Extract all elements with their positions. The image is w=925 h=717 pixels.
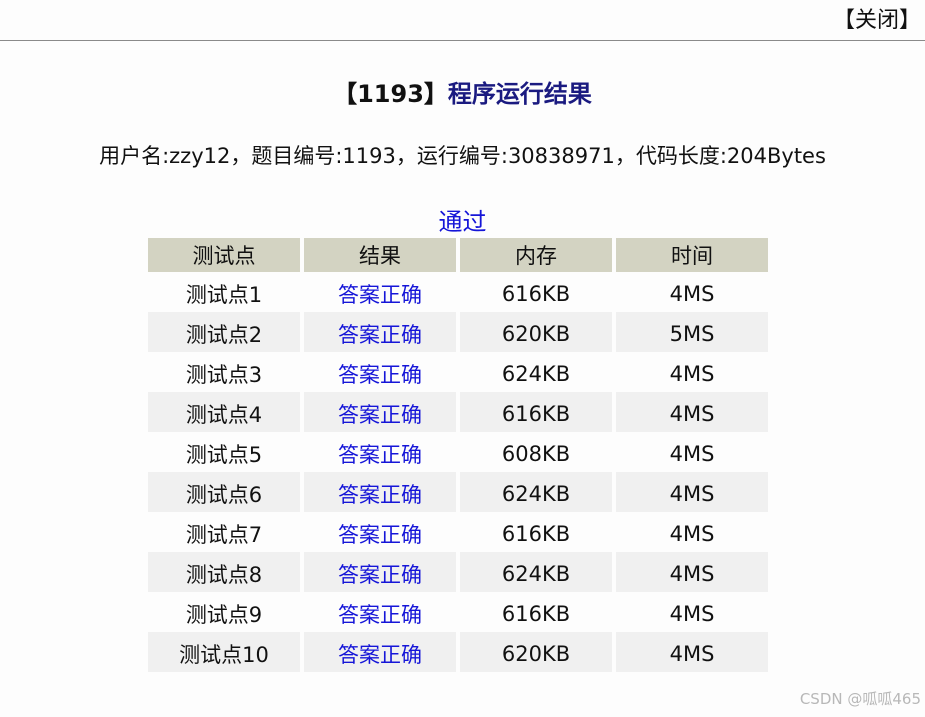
top-bar: 【关闭】 [0,0,925,41]
table-row: 测试点6 答案正确 624KB 4MS [148,472,768,512]
cell-point: 测试点4 [148,392,300,432]
cell-result[interactable]: 答案正确 [304,392,456,432]
table-row: 测试点9 答案正确 616KB 4MS [148,592,768,632]
column-header-memory: 内存 [460,238,612,272]
cell-result[interactable]: 答案正确 [304,592,456,632]
cell-time: 4MS [669,522,715,546]
column-header-point: 测试点 [148,238,300,272]
submission-info: 用户名:zzy12，题目编号:1193，运行编号:30838971，代码长度:2… [99,144,826,168]
cell-time: 4MS [669,442,715,466]
cell-time: 4MS [616,392,768,432]
cell-time: 4MS [616,552,768,592]
cell-time: 4MS [616,632,768,672]
cell-memory: 624KB [501,362,571,386]
cell-point: 测试点3 [185,363,263,387]
cell-memory: 624KB [460,552,612,592]
cell-memory: 616KB [501,522,571,546]
status-link[interactable]: 通过 [0,202,925,237]
table-row: 测试点3 答案正确 624KB 4MS [148,352,768,392]
cell-memory: 620KB [460,312,612,352]
table-row: 测试点4 答案正确 616KB 4MS [148,392,768,432]
cell-point: 测试点6 [148,472,300,512]
cell-result[interactable]: 答案正确 [304,552,456,592]
column-header-result: 结果 [304,238,456,272]
cell-point: 测试点7 [185,523,263,547]
cell-point: 测试点5 [185,443,263,467]
cell-point: 测试点2 [148,312,300,352]
close-button[interactable]: 【关闭】 [833,2,921,34]
results-table: 测试点 结果 内存 时间 测试点1 答案正确 616KB 4MS 测试点2 答案… [144,238,772,672]
page-title: 【1193】程序运行结果 [0,74,925,109]
column-header-time: 时间 [616,238,768,272]
cell-time: 4MS [669,282,715,306]
cell-result[interactable]: 答案正确 [304,432,456,472]
cell-time: 4MS [669,362,715,386]
table-row: 测试点8 答案正确 624KB 4MS [148,552,768,592]
cell-memory: 624KB [460,472,612,512]
cell-memory: 608KB [501,442,571,466]
problem-tag: 【1193】 [333,80,448,108]
cell-result[interactable]: 答案正确 [304,272,456,312]
cell-memory: 616KB [460,392,612,432]
table-row: 测试点5 答案正确 608KB 4MS [148,432,768,472]
table-row: 测试点1 答案正确 616KB 4MS [148,272,768,312]
cell-result[interactable]: 答案正确 [304,472,456,512]
table-header-row: 测试点 结果 内存 时间 [148,238,768,272]
cell-memory: 616KB [501,602,571,626]
title-text: 程序运行结果 [447,80,592,108]
table-row: 测试点10 答案正确 620KB 4MS [148,632,768,672]
table-row: 测试点2 答案正确 620KB 5MS [148,312,768,352]
cell-memory: 620KB [460,632,612,672]
cell-memory: 616KB [501,282,571,306]
cell-point: 测试点9 [185,603,263,627]
cell-time: 4MS [669,602,715,626]
cell-point: 测试点10 [148,632,300,672]
cell-time: 5MS [616,312,768,352]
cell-result[interactable]: 答案正确 [304,352,456,392]
cell-point: 测试点8 [148,552,300,592]
cell-result[interactable]: 答案正确 [304,632,456,672]
table-row: 测试点7 答案正确 616KB 4MS [148,512,768,552]
cell-result[interactable]: 答案正确 [304,312,456,352]
watermark: CSDN @呱呱465 [799,690,921,708]
cell-time: 4MS [616,472,768,512]
cell-point: 测试点1 [185,283,263,307]
cell-result[interactable]: 答案正确 [304,512,456,552]
